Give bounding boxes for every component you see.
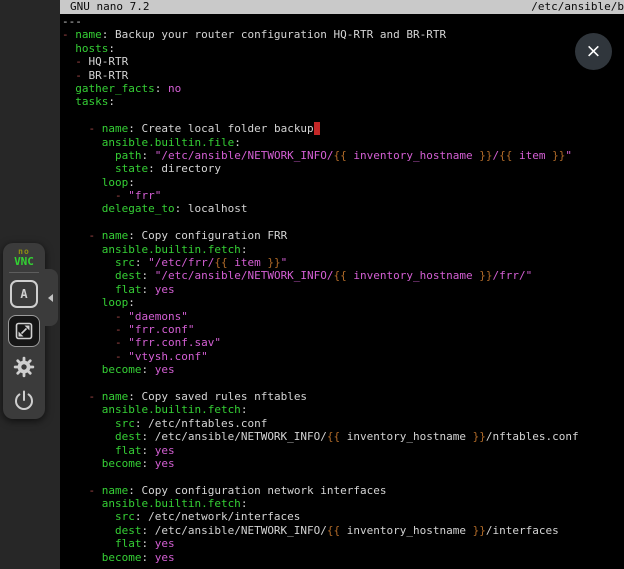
- code-line: - HQ-RTR: [62, 55, 624, 68]
- code-line: src: "/etc/frr/{{ item }}": [62, 256, 624, 269]
- code-line: ansible.builtin.file:: [62, 136, 624, 149]
- code-line: path: "/etc/ansible/NETWORK_INFO/{{ inve…: [62, 149, 624, 162]
- gear-icon: [11, 354, 37, 380]
- code-line: ansible.builtin.fetch:: [62, 243, 624, 256]
- code-line: - BR-RTR: [62, 69, 624, 82]
- vnc-background-strip: no VNC A: [0, 0, 60, 569]
- code-line: dest: /etc/ansible/NETWORK_INFO/{{ inven…: [62, 430, 624, 443]
- close-button[interactable]: ×: [575, 33, 612, 70]
- code-line: tasks:: [62, 95, 624, 108]
- code-line: - "vtysh.conf": [62, 350, 624, 363]
- code-line: [62, 109, 624, 122]
- screen: no VNC A: [0, 0, 624, 569]
- code-line: - name: Create local folder backup: [62, 122, 624, 135]
- editor-lines: ---- name: Backup your router configurat…: [60, 14, 624, 564]
- code-line: flat: yes: [62, 537, 624, 550]
- nano-filepath-label: /etc/ansible/b: [531, 0, 624, 14]
- novnc-logo: no VNC: [14, 248, 34, 267]
- code-line: ansible.builtin.fetch:: [62, 497, 624, 510]
- code-line: src: /etc/nftables.conf: [62, 417, 624, 430]
- code-line: dest: /etc/ansible/NETWORK_INFO/{{ inven…: [62, 524, 624, 537]
- collapse-arrow-icon: [48, 294, 53, 302]
- code-line: delegate_to: localhost: [62, 202, 624, 215]
- code-line: flat: yes: [62, 283, 624, 296]
- code-line: dest: "/etc/ansible/NETWORK_INFO/{{ inve…: [62, 269, 624, 282]
- code-line: - name: Copy saved rules nftables: [62, 390, 624, 403]
- code-line: ---: [62, 15, 624, 28]
- code-line: [62, 377, 624, 390]
- code-line: loop:: [62, 296, 624, 309]
- code-line: [62, 216, 624, 229]
- code-line: ansible.builtin.fetch:: [62, 403, 624, 416]
- code-line: src: /etc/network/interfaces: [62, 510, 624, 523]
- code-line: - "frr.conf.sav": [62, 336, 624, 349]
- power-icon: [11, 387, 37, 413]
- code-line: - name: Copy configuration FRR: [62, 229, 624, 242]
- panel-divider: [9, 272, 39, 273]
- nano-version-label: GNU nano 7.2: [70, 0, 149, 14]
- code-line: loop:: [62, 176, 624, 189]
- code-line: become: yes: [62, 551, 624, 564]
- code-line: become: yes: [62, 457, 624, 470]
- close-icon: ×: [586, 42, 602, 61]
- code-line: gather_facts: no: [62, 82, 624, 95]
- fullscreen-icon: [9, 316, 39, 346]
- code-line: hosts:: [62, 42, 624, 55]
- terminal-screen[interactable]: GNU nano 7.2 /etc/ansible/b ---- name: B…: [60, 0, 624, 569]
- fullscreen-button[interactable]: [8, 315, 40, 347]
- code-line: - "frr": [62, 189, 624, 202]
- control-bar-handle[interactable]: [43, 269, 58, 326]
- nano-titlebar: GNU nano 7.2 /etc/ansible/b: [60, 0, 624, 14]
- settings-button[interactable]: [10, 354, 38, 380]
- code-line: become: yes: [62, 363, 624, 376]
- keyboard-button[interactable]: A: [10, 280, 38, 308]
- novnc-control-bar: no VNC A: [3, 243, 45, 419]
- code-line: - name: Backup your router configuration…: [62, 28, 624, 41]
- code-line: - name: Copy configuration network inter…: [62, 484, 624, 497]
- keyboard-a-icon: A: [20, 287, 27, 301]
- code-line: - "daemons": [62, 310, 624, 323]
- novnc-logo-vnc: VNC: [14, 256, 34, 267]
- code-line: flat: yes: [62, 444, 624, 457]
- code-line: [62, 470, 624, 483]
- code-line: state: directory: [62, 162, 624, 175]
- power-button[interactable]: [10, 387, 38, 413]
- code-line: - "frr.conf": [62, 323, 624, 336]
